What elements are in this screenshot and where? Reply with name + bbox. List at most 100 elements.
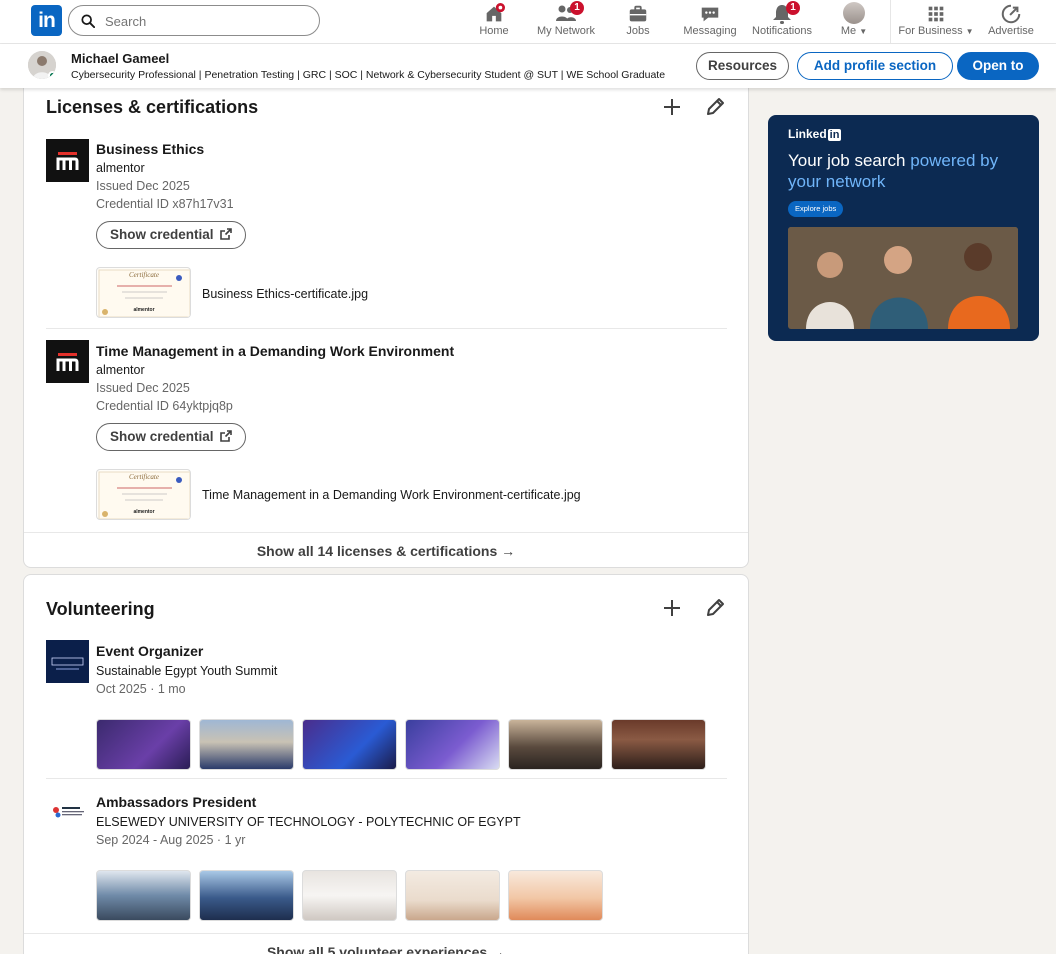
elsewedy-university-logo-icon[interactable] — [46, 792, 89, 835]
search-icon — [81, 14, 95, 28]
summit-logo-icon[interactable] — [46, 640, 89, 683]
show-credential-label: Show credential — [110, 429, 214, 444]
show-all-volunteering-label: Show all 5 volunteer experiences — [266, 944, 488, 954]
volunteer-role: Ambassadors President — [96, 794, 257, 810]
license-issued-date: Issued Dec 2025 — [96, 381, 190, 395]
show-all-licenses-link[interactable]: Show all 14 licenses & certifications → — [24, 532, 748, 567]
grid-apps-icon — [928, 6, 944, 22]
certificate-thumbnail[interactable]: Certificate almentor — [96, 267, 191, 318]
nav-my-network-label: My Network — [536, 25, 596, 37]
arrow-right-icon: → — [501, 543, 516, 559]
me-avatar — [843, 2, 865, 24]
show-credential-button[interactable]: Show credential — [96, 221, 247, 249]
media-thumbnail[interactable] — [611, 719, 706, 770]
license-credential-id: Credential ID x87h17v31 — [96, 197, 234, 211]
nav-messaging-label: Messaging — [683, 25, 737, 37]
media-thumbnail[interactable] — [405, 870, 500, 921]
ad-headline: Your job search powered by your network — [788, 150, 1018, 192]
almentor-logo-icon[interactable] — [46, 340, 89, 383]
media-thumbnail[interactable] — [508, 870, 603, 921]
chevron-down-icon: ▼ — [859, 27, 868, 36]
volunteering-section-title: Volunteering — [46, 599, 155, 619]
svg-text:almentor: almentor — [133, 509, 154, 515]
volunteering-card: Volunteering Event Organizer Sustainable… — [23, 574, 749, 954]
open-to-button[interactable]: Open to — [957, 52, 1039, 80]
add-volunteering-button[interactable] — [658, 594, 686, 622]
linkedin-logo-icon[interactable]: in — [31, 5, 62, 36]
plus-icon — [664, 99, 680, 115]
home-icon — [486, 3, 505, 22]
nav-home[interactable]: Home — [474, 0, 514, 44]
nav-for-business[interactable]: For Business ▼ — [898, 0, 974, 44]
nav-my-network[interactable]: 1 My Network — [534, 0, 598, 44]
search-box[interactable] — [68, 5, 320, 36]
license-name[interactable]: Business Ethics — [96, 141, 204, 157]
media-thumbnail[interactable] — [199, 870, 294, 921]
search-input[interactable] — [105, 10, 305, 32]
bell-icon: 1 — [770, 1, 800, 25]
nav-my-network-badge: 1 — [570, 1, 584, 15]
nav-notifications-label: Notifications — [752, 25, 812, 37]
ad-photo — [788, 227, 1018, 329]
certificate-file-name[interactable]: Time Management in a Demanding Work Envi… — [202, 488, 581, 502]
media-thumbnail[interactable] — [405, 719, 500, 770]
media-thumbnail[interactable] — [302, 719, 397, 770]
nav-jobs-label: Jobs — [626, 25, 650, 37]
certificate-thumbnail[interactable]: Certificate almentor — [96, 469, 191, 520]
nav-me-label-wrap: Me ▼ — [834, 25, 874, 37]
media-thumbnail[interactable] — [199, 719, 294, 770]
nav-home-label: Home — [479, 25, 509, 37]
media-thumbnail[interactable] — [302, 870, 397, 921]
profile-avatar[interactable] — [28, 51, 56, 79]
volunteer-dates: Oct 2025 · 1 mo — [96, 682, 186, 696]
ad-brand-in: in — [827, 129, 842, 141]
external-link-icon — [220, 430, 233, 442]
arrow-right-icon: → — [491, 944, 506, 954]
nav-advertise[interactable]: Advertise — [984, 0, 1038, 44]
show-all-licenses-label: Show all 14 licenses & certifications — [256, 543, 498, 559]
add-profile-section-button[interactable]: Add profile section — [797, 52, 953, 80]
nav-me[interactable]: Me ▼ — [834, 0, 874, 44]
edit-licenses-button[interactable] — [701, 93, 729, 121]
nav-advertise-label: Advertise — [988, 25, 1034, 37]
almentor-logo-icon[interactable] — [46, 139, 89, 182]
ad-linkedin-logo: Linked in — [788, 127, 842, 141]
license-issuer: almentor — [96, 161, 145, 175]
resources-button[interactable]: Resources — [696, 52, 789, 80]
media-thumbnail[interactable] — [96, 870, 191, 921]
edit-volunteering-button[interactable] — [701, 594, 729, 622]
briefcase-icon — [629, 5, 647, 22]
nav-notifications[interactable]: 1 Notifications — [748, 0, 816, 44]
media-thumbnail[interactable] — [508, 719, 603, 770]
license-name[interactable]: Time Management in a Demanding Work Envi… — [96, 343, 454, 359]
svg-text:almentor: almentor — [133, 307, 154, 313]
explore-jobs-button[interactable]: Explore jobs — [788, 201, 844, 217]
chevron-down-icon: ▼ — [965, 27, 974, 36]
add-license-button[interactable] — [658, 93, 686, 121]
license-credential-id: Credential ID 64yktpjq8p — [96, 399, 233, 413]
volunteer-organization: ELSEWEDY UNIVERSITY OF TECHNOLOGY - POLY… — [96, 815, 521, 829]
advertise-icon — [1001, 4, 1021, 24]
linkedin-jobs-ad[interactable]: Linked in Your job search powered by your… — [768, 115, 1039, 341]
profile-name: Michael Gameel — [71, 51, 170, 66]
external-link-icon — [220, 228, 233, 240]
show-credential-button[interactable]: Show credential — [96, 423, 247, 451]
nav-messaging[interactable]: Messaging — [680, 0, 740, 44]
online-status-dot — [48, 71, 56, 79]
profile-sticky-header: Michael Gameel Cybersecurity Professiona… — [0, 44, 1056, 88]
global-nav: in Home 1 My Network Jobs Messaging 1 No… — [0, 0, 1056, 44]
pencil-icon — [707, 98, 724, 115]
network-icon: 1 — [554, 1, 584, 25]
item-divider — [46, 328, 727, 329]
pencil-icon — [707, 599, 724, 616]
ad-headline-plain: Your job search — [788, 151, 911, 170]
show-credential-label: Show credential — [110, 227, 214, 242]
show-all-volunteering-link[interactable]: Show all 5 volunteer experiences → — [24, 933, 748, 954]
nav-jobs[interactable]: Jobs — [618, 0, 658, 44]
license-issuer: almentor — [96, 363, 145, 377]
licenses-section-title: Licenses & certifications — [46, 97, 259, 117]
media-thumbnail[interactable] — [96, 719, 191, 770]
nav-for-business-label: For Business — [898, 25, 963, 37]
certificate-file-name[interactable]: Business Ethics-certificate.jpg — [202, 287, 368, 301]
nav-divider — [890, 0, 891, 44]
